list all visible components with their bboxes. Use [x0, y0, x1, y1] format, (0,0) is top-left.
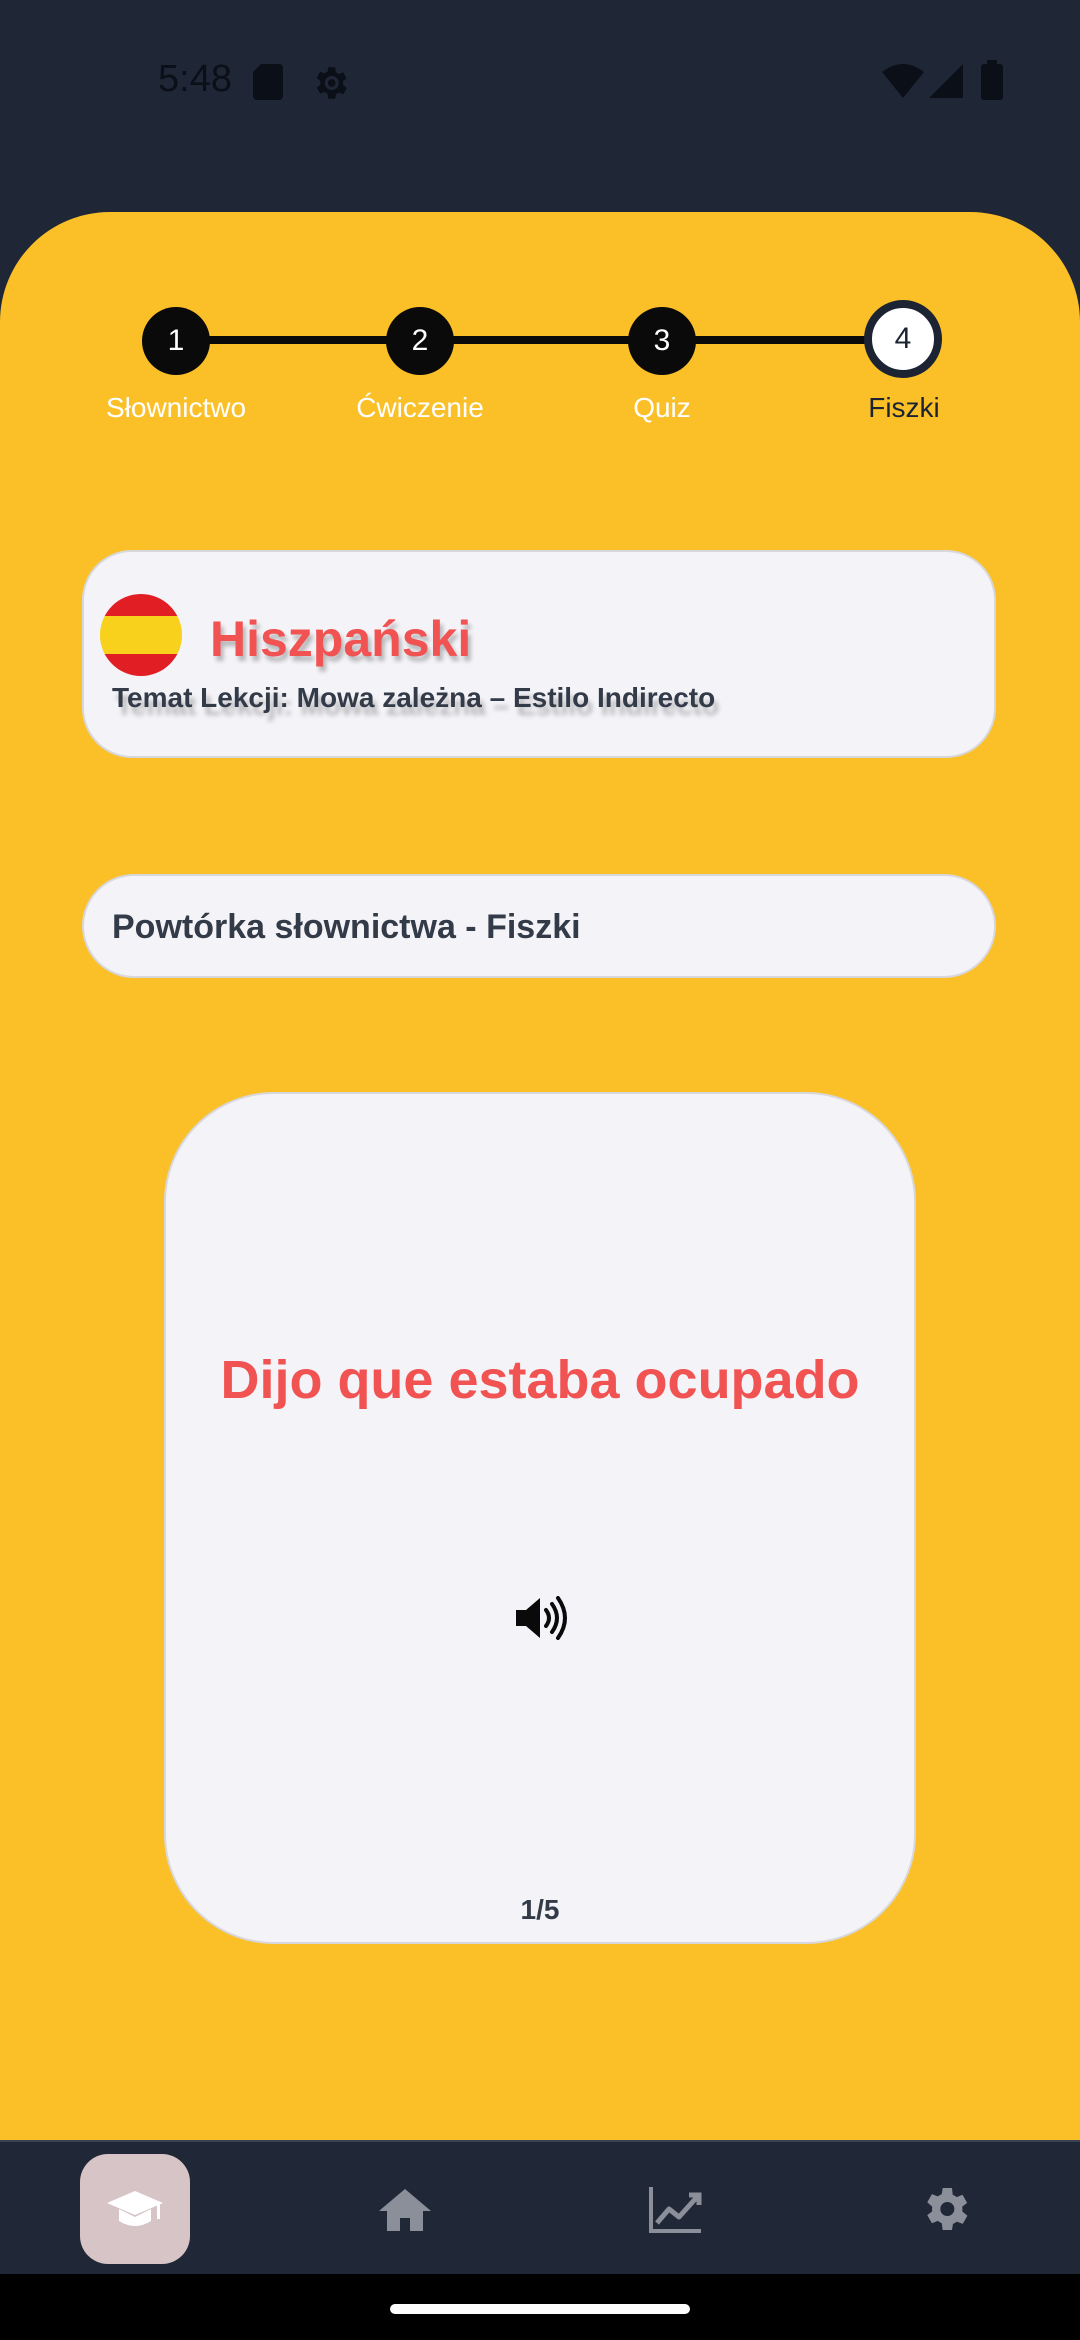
flashcard[interactable]: Dijo que estaba ocupado 1/5 [164, 1092, 916, 1944]
stepper-line [175, 336, 905, 344]
step-4-circle[interactable]: 4 [864, 300, 942, 378]
section-header: Powtórka słownictwa - Fiszki [82, 874, 996, 978]
speaker-icon[interactable] [516, 1596, 568, 1640]
step-3-circle[interactable]: 3 [628, 307, 696, 375]
step-2-label: Ćwiczenie [356, 392, 484, 423]
nav-settings-button[interactable] [890, 2154, 1000, 2264]
nav-stats-button[interactable] [620, 2154, 730, 2264]
graduation-cap-icon [107, 2191, 163, 2226]
lesson-stepper: 1 Słownictwo 2 Ćwiczenie 3 Quiz 4 Fiszki [0, 300, 1080, 440]
bottom-nav [0, 2140, 1080, 2274]
step-4-label: Fiszki [868, 392, 940, 423]
spain-flag-icon [100, 594, 182, 676]
home-icon [379, 2189, 431, 2231]
step-3-number: 3 [653, 324, 671, 357]
flashcard-phrase: Dijo que estaba ocupado [220, 1350, 860, 1410]
battery-icon [981, 60, 1003, 100]
settings-status-icon [316, 67, 347, 99]
step-1-number: 1 [167, 324, 185, 357]
step-4-number: 4 [894, 322, 912, 355]
wifi-icon [882, 64, 924, 98]
chart-line-icon [649, 2187, 702, 2233]
step-2-number: 2 [411, 324, 429, 357]
step-1-circle[interactable]: 1 [142, 307, 210, 375]
flashcard-counter: 1/5 [520, 1894, 560, 1925]
language-title: Hiszpański [210, 611, 472, 667]
signal-icon [929, 64, 963, 98]
gesture-area [0, 2274, 1080, 2340]
step-3-label: Quiz [633, 392, 691, 423]
status-time: 5:48 [158, 58, 232, 100]
language-card: Hiszpański Temat Lekcji: Mowa zależna – … [82, 550, 996, 758]
nav-home-button[interactable] [350, 2154, 460, 2264]
status-bar: 5:48 [0, 0, 1080, 170]
step-2-circle[interactable]: 2 [386, 307, 454, 375]
nav-learn-button[interactable] [80, 2154, 190, 2264]
home-indicator[interactable] [390, 2304, 690, 2314]
section-title: Powtórka słownictwa - Fiszki [112, 908, 581, 946]
gear-icon [927, 2188, 968, 2230]
lesson-topic: Temat Lekcji: Mowa zależna – Estilo Indi… [112, 682, 716, 713]
sd-card-icon [253, 64, 283, 100]
step-1-label: Słownictwo [105, 392, 247, 423]
